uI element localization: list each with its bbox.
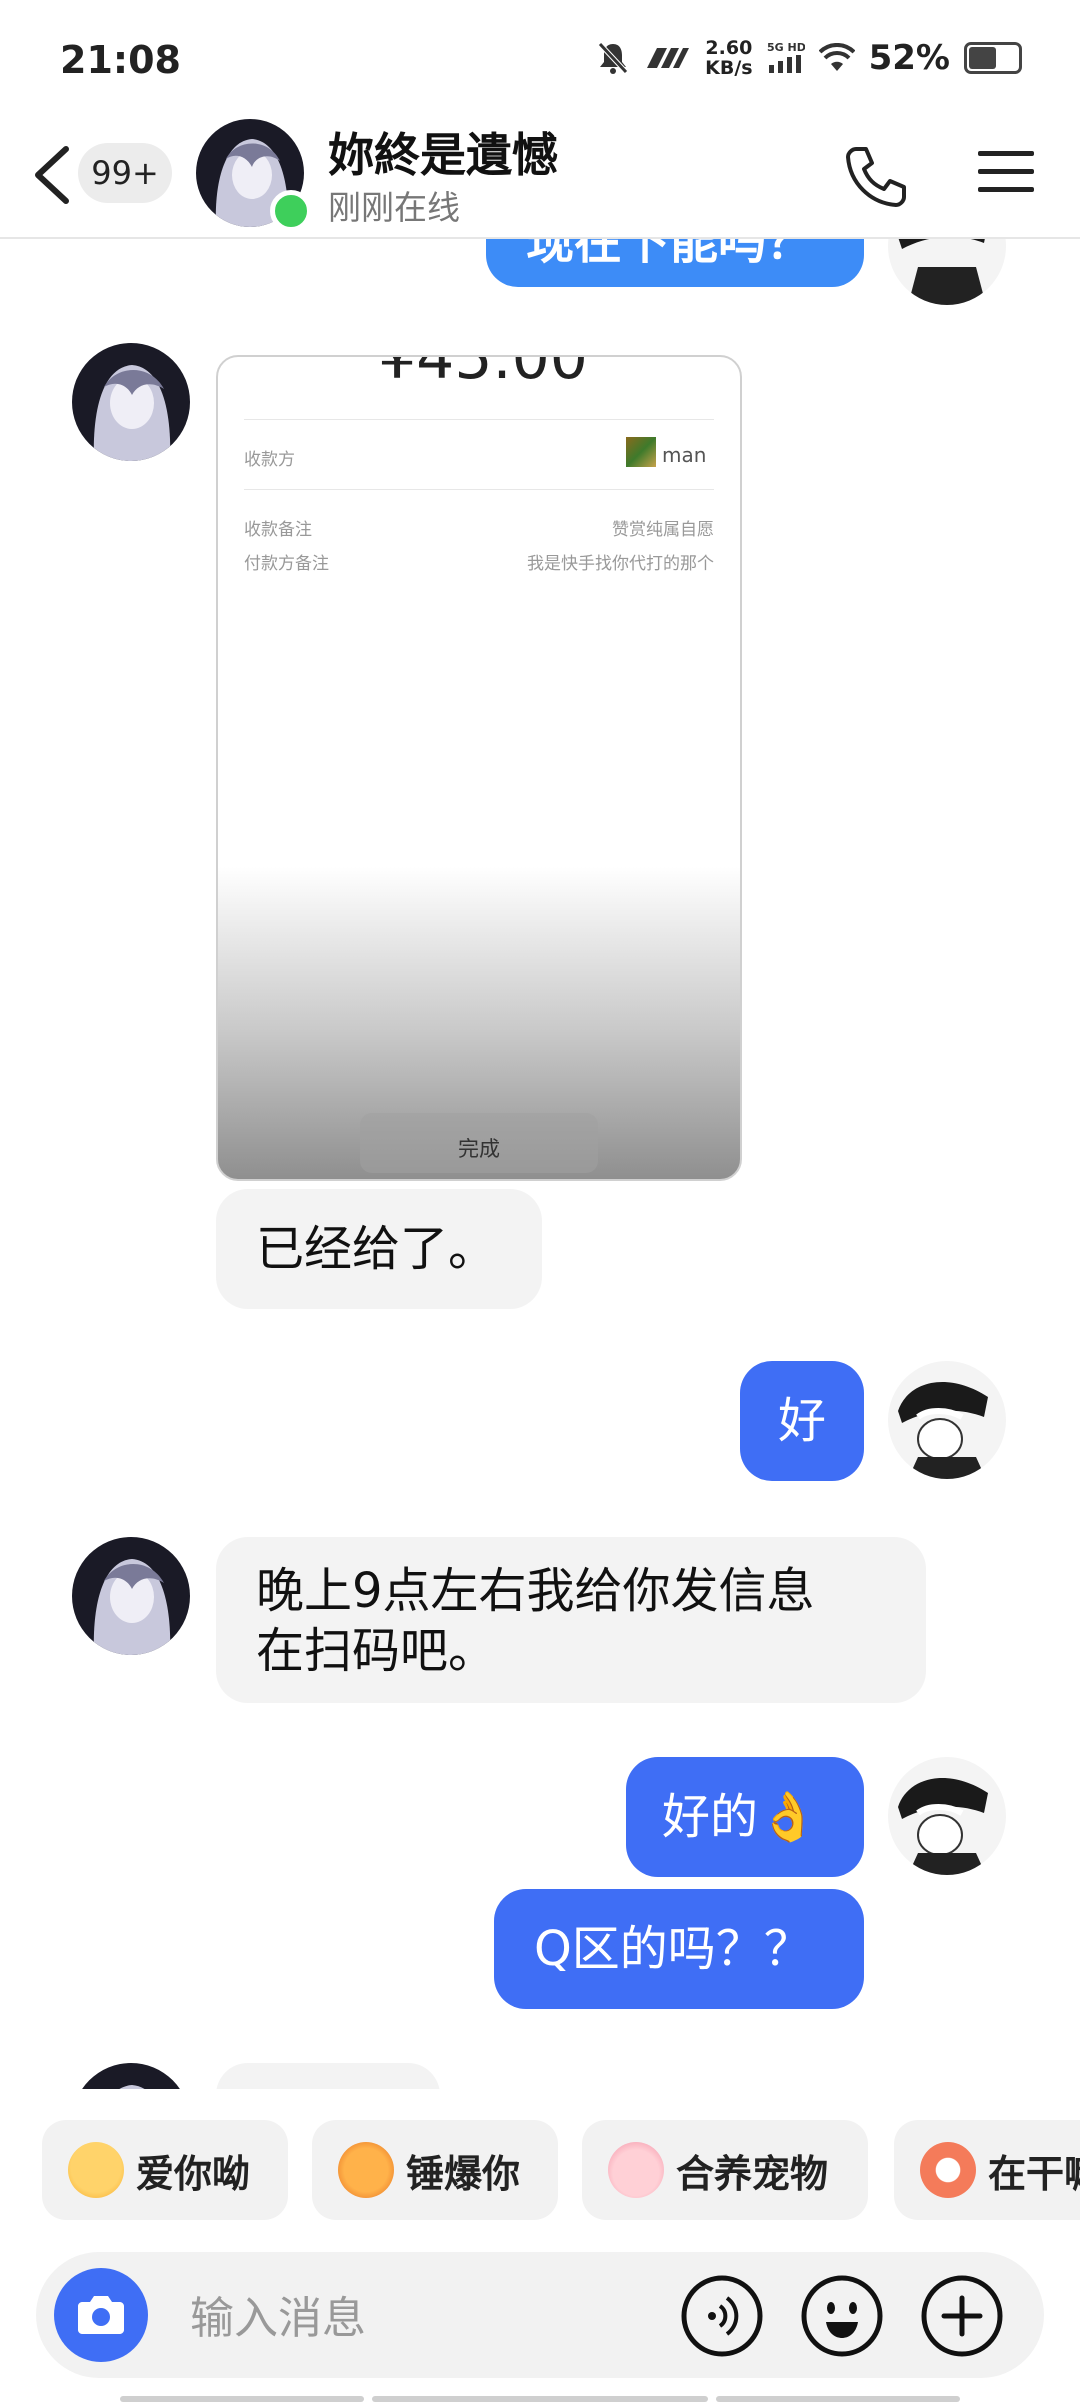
message-bubble-in[interactable] <box>216 2063 440 2089</box>
home-indicator <box>120 2396 364 2402</box>
receipt-done-button: 完成 <box>360 1113 598 1173</box>
svg-text:5G HD: 5G HD <box>767 41 805 54</box>
heart-eyes-emoji-icon <box>68 2142 124 2198</box>
quick-reply-bar: 爱你呦 锤爆你 合养宠物 在干嘛 <box>0 2120 1080 2224</box>
contact-status: 刚刚在线 <box>328 188 460 227</box>
battery-percent: 52% <box>868 38 950 78</box>
contact-avatar-small[interactable] <box>72 2063 190 2089</box>
quick-reply-chip[interactable]: 爱你呦 <box>42 2120 288 2220</box>
receipt-payee-name: man <box>662 443 707 467</box>
message-bubble-out[interactable]: 现在下能吗？ <box>486 237 864 287</box>
contact-name: 妳終是遺憾 <box>328 128 558 182</box>
status-time: 21:08 <box>60 38 181 82</box>
orange-emoji-icon <box>920 2142 976 2198</box>
payee-avatar <box>626 437 656 467</box>
phone-call-icon[interactable] <box>842 143 908 209</box>
receipt-payer-note-label: 付款方备注 <box>244 554 329 574</box>
home-indicator <box>716 2396 960 2402</box>
quick-reply-chip[interactable]: 在干嘛 <box>894 2120 1080 2220</box>
back-arrow-icon[interactable] <box>28 145 78 205</box>
unread-badge[interactable]: 99+ <box>78 143 172 203</box>
plus-button-icon[interactable] <box>920 2274 1004 2358</box>
receipt-amount: ¥45.00 <box>378 355 588 393</box>
quick-reply-chip[interactable]: 锤爆你 <box>312 2120 558 2220</box>
menu-icon[interactable] <box>978 149 1034 195</box>
quick-reply-chip[interactable]: 合养宠物 <box>582 2120 868 2220</box>
status-bar: 21:08 2.60 KB/s 5G HD 52% <box>0 0 1080 115</box>
carrier-icon <box>647 48 690 68</box>
receipt-payee-label: 收款方 <box>244 450 295 470</box>
emoji-button-icon[interactable] <box>800 2274 884 2358</box>
payment-receipt-image[interactable]: ¥45.00 收款方 man 收款备注 赞赏纯属自愿 付款方备注 我是快手找你代… <box>216 355 742 1181</box>
receipt-divider <box>244 419 714 420</box>
my-avatar[interactable] <box>888 1361 1006 1479</box>
home-indicator <box>372 2396 708 2402</box>
online-indicator <box>270 190 312 232</box>
receipt-payer-note-value: 我是快手找你代打的那个 <box>527 554 714 574</box>
camera-button[interactable] <box>54 2268 148 2362</box>
hammer-emoji-icon <box>338 2142 394 2198</box>
contact-avatar-small[interactable] <box>72 343 190 461</box>
message-bubble-out[interactable]: 好 <box>740 1361 864 1481</box>
message-list[interactable]: 现在下能吗？ ¥45.00 收款方 man 收款备注 赞赏纯属自愿 付款方备注 … <box>0 237 1080 2089</box>
message-bubble-in[interactable]: 晚上9点左右我给你发信息 在扫码吧。 <box>216 1537 926 1703</box>
receipt-note-label: 收款备注 <box>244 520 312 540</box>
camera-icon <box>78 2296 124 2334</box>
receipt-divider <box>244 489 714 490</box>
message-bubble-out[interactable]: Q区的吗？？ <box>494 1889 864 2009</box>
wifi-icon <box>818 43 855 71</box>
receipt-note-value: 赞赏纯属自愿 <box>612 520 714 540</box>
pet-emoji-icon <box>608 2142 664 2198</box>
my-avatar[interactable] <box>888 1757 1006 1875</box>
network-speed: 2.60 KB/s <box>705 37 753 79</box>
status-icons: 2.60 KB/s 5G HD 52% <box>597 38 1022 78</box>
signal-icon: 5G HD <box>767 41 805 73</box>
mute-bell-icon <box>598 42 628 74</box>
contact-avatar-small[interactable] <box>72 1537 190 1655</box>
voice-button-icon[interactable] <box>680 2274 764 2358</box>
my-avatar[interactable] <box>888 237 1006 305</box>
message-input[interactable]: 输入消息 <box>190 2282 366 2346</box>
message-input-bar: 输入消息 <box>36 2252 1044 2378</box>
message-bubble-in[interactable]: 已经给了。 <box>216 1189 542 1309</box>
battery-icon <box>964 42 1022 74</box>
message-bubble-out[interactable]: 好的👌 <box>626 1757 864 1877</box>
chat-header: 99+ 妳終是遺憾 刚刚在线 <box>0 115 1080 239</box>
